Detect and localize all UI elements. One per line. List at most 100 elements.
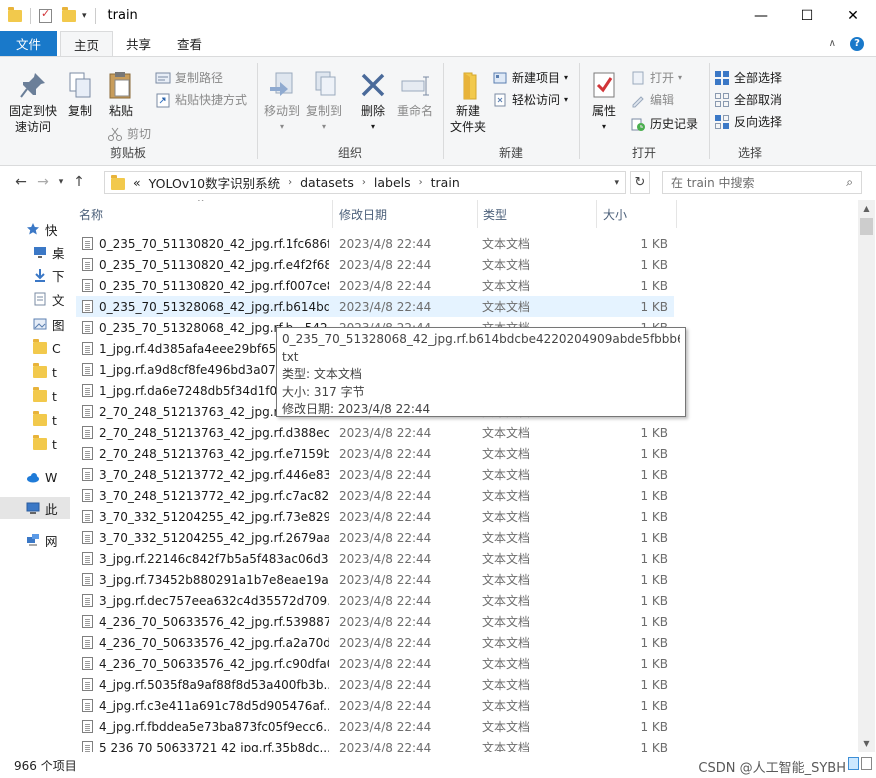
close-button[interactable]: ✕ [830,0,876,31]
file-row[interactable]: 3_jpg.rf.dec757eea632c4d35572d709... 2023… [76,590,674,611]
maximize-button[interactable]: ☐ [784,0,830,31]
nav-item-this-pc[interactable]: 此 [0,497,70,519]
scrollbar-thumb[interactable] [860,218,873,235]
nav-item-onedrive[interactable]: W [0,466,70,488]
copy-path-button[interactable]: 复制路径 [155,69,223,86]
large-icons-view-icon[interactable] [861,757,872,770]
recent-locations-chevron-icon[interactable]: ▾ [54,177,68,187]
file-row[interactable]: 3_70_248_51213772_42_jpg.rf.446e83... 202… [76,464,674,485]
address-bar[interactable]: « YOLOv10数字识别系统 › datasets › labels › tr… [104,171,626,194]
delete-button[interactable]: 删除 ▾ [356,69,390,135]
column-divider[interactable] [477,200,478,228]
file-row[interactable]: 0_235_70_51130820_42_jpg.rf.1fc686f... 20… [76,233,674,254]
column-header-type[interactable]: 类型 [480,200,595,228]
file-row[interactable]: 5 236 70 50633721 42 jpg.rf.35b8dc... 202… [76,737,674,752]
paste-button[interactable]: 粘贴 [104,69,138,119]
breadcrumb-item[interactable]: train [431,175,460,190]
customize-toolbar-chevron-icon[interactable]: ▾ [82,11,87,21]
select-none-button[interactable]: 全部取消 [714,91,782,108]
nav-item-folder[interactable]: t [0,361,70,383]
address-dropdown-chevron-icon[interactable]: ▾ [614,178,619,188]
column-divider[interactable] [332,200,333,228]
nav-item-network[interactable]: 网 [0,529,70,551]
column-divider[interactable] [676,200,677,228]
new-folder-icon[interactable] [62,6,76,22]
file-row[interactable]: 4_236_70_50633576_42_jpg.rf.c90dfa0... 20… [76,653,674,674]
help-icon[interactable]: ? [850,36,864,51]
edit-button[interactable]: 编辑 [630,91,674,108]
search-input[interactable]: 在 train 中搜索 ⌕ [662,171,862,194]
copy-button[interactable]: 复制 [63,69,97,119]
back-arrow-icon[interactable]: ← [10,174,32,190]
select-all-button[interactable]: 全部选择 [714,69,782,86]
breadcrumb-item[interactable]: YOLOv10数字识别系统 [149,173,280,192]
file-row[interactable]: 3_70_332_51204255_42_jpg.rf.2679aa... 202… [76,527,674,548]
nav-item-folder[interactable]: t [0,385,70,407]
properties-button[interactable]: 属性 ▾ [586,69,622,135]
rename-button[interactable]: 重命名 [394,69,436,119]
properties-icon[interactable] [39,7,52,23]
column-header-date[interactable]: 修改日期 [336,200,476,228]
tab-file[interactable]: 文件 [0,31,57,56]
scroll-up-arrow-icon[interactable]: ▲ [858,204,875,213]
nav-item-folder[interactable]: t [0,409,70,431]
refresh-icon[interactable]: ↻ [630,171,650,194]
nav-item-folder[interactable]: C [0,337,70,359]
vertical-scrollbar[interactable]: ▲ ▼ [858,200,875,752]
column-header-size[interactable]: 大小 [600,200,675,228]
file-row[interactable]: 3_jpg.rf.22146c842f7b5a5f483ac06d3... 202… [76,548,674,569]
forward-arrow-icon[interactable]: → [32,174,54,190]
nav-item-quick-access[interactable]: 快 [0,218,70,240]
file-row[interactable]: 0_235_70_51130820_42_jpg.rf.f007ce8... 20… [76,275,674,296]
breadcrumb-item[interactable]: datasets [300,175,354,190]
file-row[interactable]: 2_70_248_51213763_42_jpg.rf.d388ec... 202… [76,422,674,443]
easy-access-button[interactable]: 轻松访问 ▾ [492,91,568,108]
file-row[interactable]: 4_236_70_50633576_42_jpg.rf.a2a70d... 202… [76,632,674,653]
move-to-button[interactable]: 移动到 ▾ [262,69,302,135]
minimize-button[interactable]: — [738,0,784,31]
open-button[interactable]: 打开 ▾ [630,69,682,86]
cut-label: 剪切 [127,127,152,141]
nav-item-folder[interactable]: t [0,433,70,455]
nav-item-documents[interactable]: 文 [0,288,70,310]
search-icon[interactable]: ⌕ [846,175,853,190]
breadcrumb-overflow[interactable]: « [133,175,141,190]
tab-home[interactable]: 主页 [60,31,114,56]
nav-item-downloads[interactable]: 下 [0,264,70,286]
tab-share[interactable]: 共享 [113,31,164,56]
cut-button[interactable]: 剪切 [107,125,151,142]
file-row[interactable]: 4_jpg.rf.5035f8a9af88f8d53a400fb3b... 202… [76,674,674,695]
file-row[interactable]: 4_jpg.rf.c3e411a691c78d5d905476af... 2023… [76,695,674,716]
collapse-ribbon-chevron-icon[interactable]: ∧ [829,38,836,49]
breadcrumb-item[interactable]: labels [374,175,411,190]
file-row[interactable]: 0_235_70_51328068_42_jpg.rf.b614bd... 202… [76,296,674,317]
file-row[interactable]: 3_70_248_51213772_42_jpg.rf.c7ac82... 202… [76,485,674,506]
paste-shortcut-button[interactable]: 粘贴快捷方式 [155,91,247,108]
file-row[interactable]: 0_235_70_51130820_42_jpg.rf.e4f2f68... 20… [76,254,674,275]
tab-view[interactable]: 查看 [164,31,215,56]
file-row[interactable]: 3_70_332_51204255_42_jpg.rf.73e829... 202… [76,506,674,527]
chevron-right-icon[interactable]: › [288,177,292,188]
new-item-button[interactable]: 新建项目 ▾ [492,69,568,86]
pin-to-quick-access-button[interactable]: 固定到快 速访问 [6,69,60,135]
copy-to-button[interactable]: 复制到 ▾ [304,69,344,135]
history-button[interactable]: 历史记录 [630,115,698,132]
nav-item-pictures[interactable]: 图 [0,313,70,335]
new-folder-button[interactable]: 新建 文件夹 [448,69,488,135]
nav-item-desktop[interactable]: 桌 [0,241,70,263]
column-divider[interactable] [596,200,597,228]
invert-selection-button[interactable]: 反向选择 [714,113,782,130]
file-row[interactable]: 4_236_70_50633576_42_jpg.rf.539887... 202… [76,611,674,632]
details-view-icon[interactable] [848,757,859,770]
file-row[interactable]: 2_70_248_51213763_42_jpg.rf.e7159b... 202… [76,443,674,464]
file-row[interactable]: 4_jpg.rf.fbddea5e73ba873fc05f9ecc6... 202… [76,716,674,737]
column-header-name[interactable]: 名称 [76,200,332,228]
scroll-down-arrow-icon[interactable]: ▼ [858,739,875,748]
file-row[interactable]: 3_jpg.rf.73452b880291a1b7e8eae19a... 2023… [76,569,674,590]
select-group: 全部选择 全部取消 反向选择 选择 [710,61,790,163]
file-date: 2023/4/8 22:44 [339,446,432,461]
file-date: 2023/4/8 22:44 [339,425,432,440]
up-arrow-icon[interactable]: ↑ [68,174,90,190]
chevron-right-icon[interactable]: › [362,177,366,188]
chevron-right-icon[interactable]: › [419,177,423,188]
